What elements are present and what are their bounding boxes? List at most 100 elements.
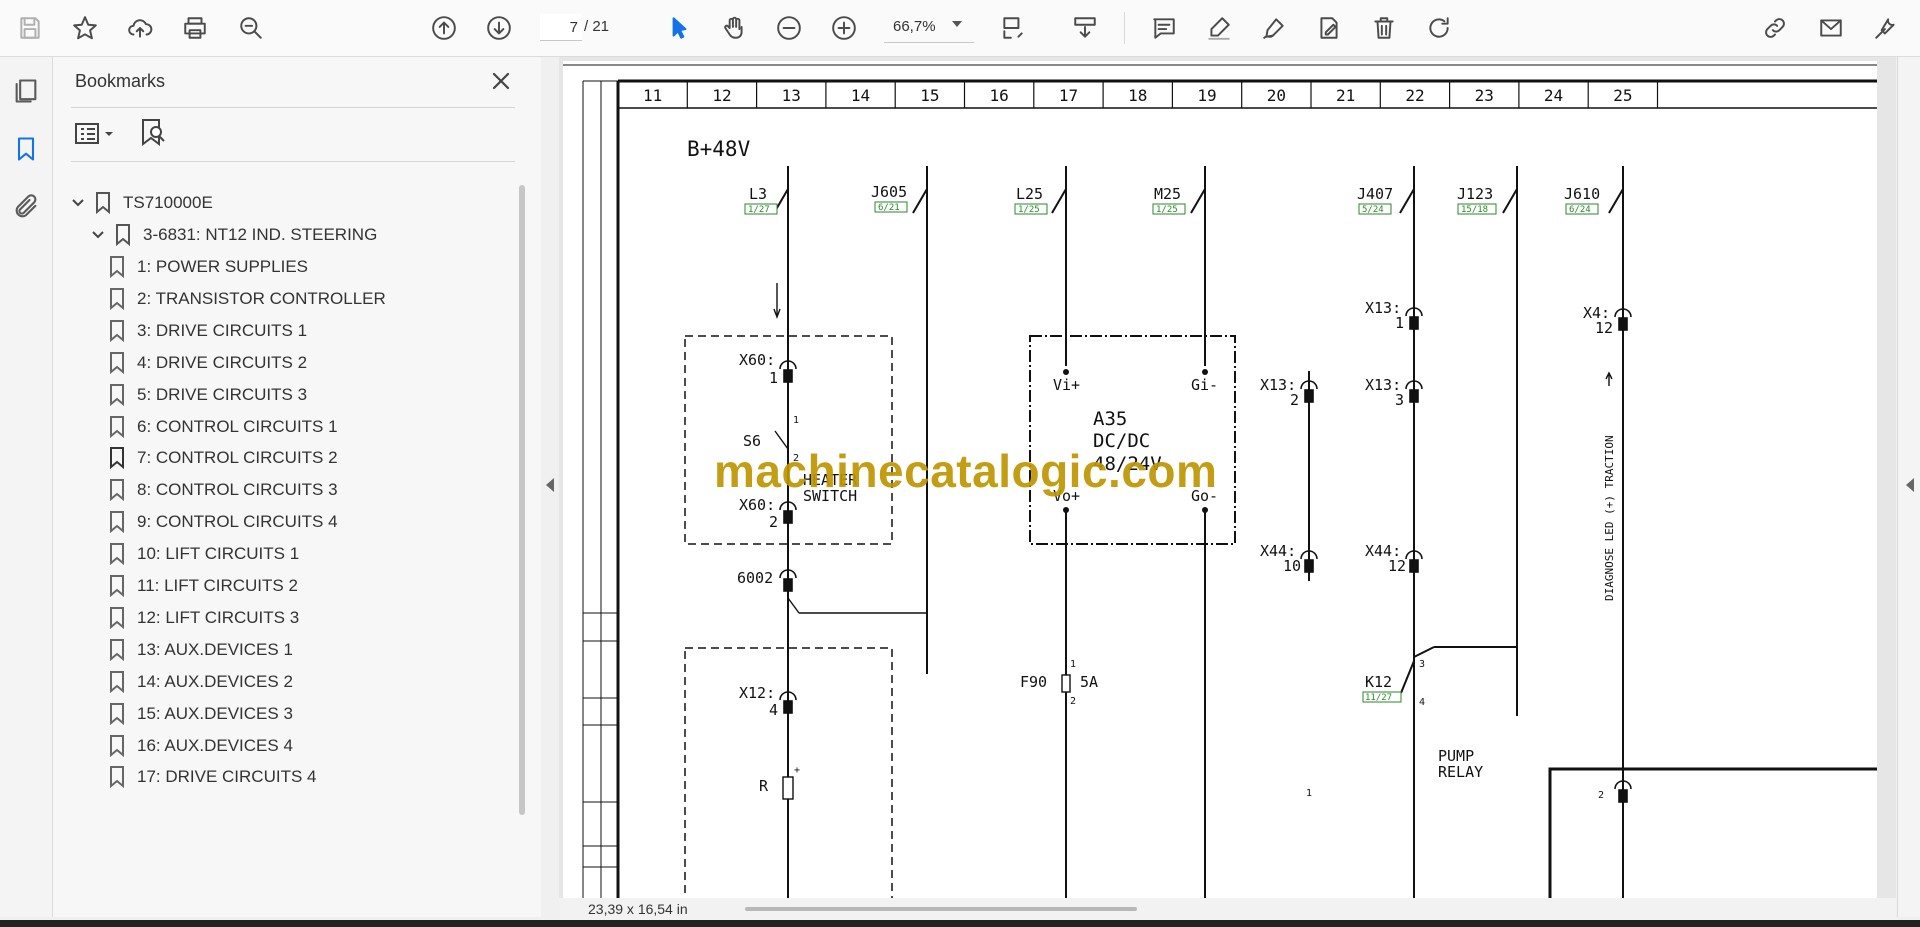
bookmark-label: 13: AUX.DEVICES 1 [137, 639, 293, 659]
page-up-icon[interactable] [426, 10, 462, 46]
bookmark-item[interactable]: 17: DRIVE CIRCUITS 4 [109, 760, 317, 794]
plug-label: 1 [769, 369, 778, 387]
bookmark-item[interactable]: 5: DRIVE CIRCUITS 3 [109, 378, 307, 412]
component-label: R [759, 777, 769, 795]
plug-label: 1 [1395, 314, 1404, 332]
chevron-down-icon[interactable] [71, 196, 85, 210]
edit-pdf-icon[interactable] [1311, 10, 1347, 46]
connector-label: L3 [749, 185, 767, 203]
bookmark-icon [96, 192, 110, 214]
terminal-label: Gi- [1191, 376, 1218, 394]
bookmark-label: 7: CONTROL CIRCUITS 2 [137, 448, 338, 468]
zoom-underline [884, 42, 974, 43]
highlight-icon[interactable] [1201, 10, 1237, 46]
bookmark-item[interactable]: 7: CONTROL CIRCUITS 2 [109, 441, 338, 475]
expand-tools-icon[interactable] [1906, 478, 1914, 492]
star-icon[interactable] [67, 10, 103, 46]
close-icon[interactable] [489, 69, 513, 93]
vertical-note: DIAGNOSE LED (+) TRACTION [1603, 435, 1616, 601]
relay-desc: RELAY [1438, 763, 1483, 781]
watermark-text: machinecatalogic.com [714, 445, 1218, 497]
share-link-icon[interactable] [1757, 10, 1793, 46]
connector-ref: 6/24 [1569, 205, 1591, 215]
bookmark-item[interactable]: 12: LIFT CIRCUITS 3 [109, 601, 299, 635]
pin-label: 4 [1419, 697, 1425, 708]
save-icon[interactable] [12, 10, 48, 46]
taskbar-edge [0, 920, 1920, 927]
column-number: 17 [1059, 86, 1078, 105]
rotate-icon[interactable] [1421, 10, 1457, 46]
select-arrow-icon[interactable] [661, 10, 697, 46]
bookmark-item[interactable]: 3: DRIVE CIRCUITS 1 [109, 314, 307, 348]
bookmark-root[interactable]: TS710000E [71, 186, 213, 220]
bookmark-icon [110, 543, 124, 566]
plug-label: 3 [1395, 391, 1404, 409]
bookmark-item[interactable]: 10: LIFT CIRCUITS 1 [109, 537, 299, 571]
pin-label: 1 [1306, 788, 1312, 799]
column-number: 12 [712, 86, 731, 105]
page-number-input[interactable] [540, 14, 582, 41]
connector-ref: 15/18 [1461, 205, 1488, 215]
scroll-mode-icon[interactable] [1067, 10, 1103, 46]
bookmark-label: 15: AUX.DEVICES 3 [137, 703, 293, 723]
bookmark-group[interactable]: 3-6831: NT12 IND. STEERING [91, 218, 377, 252]
bookmark-label: 4: DRIVE CIRCUITS 2 [137, 352, 308, 372]
fuse-value: 5A [1080, 673, 1098, 691]
bookmark-label: 1: POWER SUPPLIES [137, 257, 308, 276]
new-bookmark-icon[interactable] [137, 117, 167, 149]
node-label: 6002 [737, 569, 773, 587]
bookmark-item[interactable]: 8: CONTROL CIRCUITS 3 [109, 473, 338, 507]
zoom-out-icon[interactable] [771, 10, 807, 46]
email-icon[interactable] [1813, 10, 1849, 46]
bookmark-item[interactable]: 1: POWER SUPPLIES [109, 250, 308, 284]
comment-icon[interactable] [1146, 10, 1182, 46]
bookmark-label: 12: LIFT CIRCUITS 3 [137, 607, 300, 627]
bookmark-label: 2: TRANSISTOR CONTROLLER [137, 288, 386, 308]
sign-icon[interactable] [1256, 10, 1292, 46]
column-number: 22 [1405, 86, 1424, 105]
hand-icon[interactable] [716, 10, 752, 46]
bookmark-item[interactable]: 11: LIFT CIRCUITS 2 [109, 569, 298, 603]
panel-divider [71, 107, 515, 108]
bookmark-label: 11: LIFT CIRCUITS 2 [137, 576, 298, 595]
column-number: 18 [1128, 86, 1147, 105]
pages-icon[interactable] [12, 77, 40, 105]
bookmark-item[interactable]: 13: AUX.DEVICES 1 [109, 633, 293, 667]
plug-label: 2 [769, 513, 778, 531]
zoom-dropdown-icon[interactable] [952, 21, 962, 27]
delete-icon[interactable] [1366, 10, 1402, 46]
page-size-readout: 23,39 x 16,54 in [588, 901, 688, 917]
bookmark-icon [110, 319, 124, 342]
bookmark-item[interactable]: 6: CONTROL CIRCUITS 1 [109, 410, 338, 444]
bookmark-item[interactable]: 4: DRIVE CIRCUITS 2 [109, 346, 307, 380]
panel-scrollbar[interactable] [519, 185, 525, 815]
connector-label: J407 [1357, 185, 1393, 203]
bookmark-icon [110, 511, 124, 534]
bookmark-item[interactable]: 16: AUX.DEVICES 4 [109, 729, 293, 763]
bookmark-options-icon[interactable] [73, 119, 117, 149]
fit-page-icon[interactable] [995, 10, 1031, 46]
zoom-in-icon[interactable] [826, 10, 862, 46]
page-down-icon[interactable] [481, 10, 517, 46]
more-tools-icon[interactable] [1868, 10, 1904, 46]
pin-label: 2 [1598, 790, 1604, 801]
print-icon[interactable] [177, 10, 213, 46]
bookmarks-icon[interactable] [12, 135, 40, 163]
bookmark-item[interactable]: 9: CONTROL CIRCUITS 4 [109, 505, 338, 539]
connector-label: J123 [1457, 185, 1493, 203]
bookmark-item[interactable]: 15: AUX.DEVICES 3 [109, 697, 293, 731]
bookmark-item[interactable]: 2: TRANSISTOR CONTROLLER [109, 282, 386, 316]
zoom-level[interactable]: 66,7% [893, 18, 936, 35]
bookmark-icon [110, 638, 124, 661]
collapse-panel-icon[interactable] [546, 478, 554, 492]
connector-label: J610 [1564, 185, 1600, 203]
attachments-icon[interactable] [12, 193, 40, 221]
fuse-label: F90 [1020, 673, 1047, 691]
cloud-upload-icon[interactable] [122, 10, 158, 46]
chevron-down-icon[interactable] [91, 228, 105, 242]
column-number: 19 [1197, 86, 1216, 105]
bookmark-item[interactable]: 14: AUX.DEVICES 2 [109, 665, 293, 699]
column-number: 25 [1613, 86, 1632, 105]
horizontal-scrollbar[interactable] [745, 907, 1137, 911]
zoom-search-icon[interactable] [233, 10, 269, 46]
